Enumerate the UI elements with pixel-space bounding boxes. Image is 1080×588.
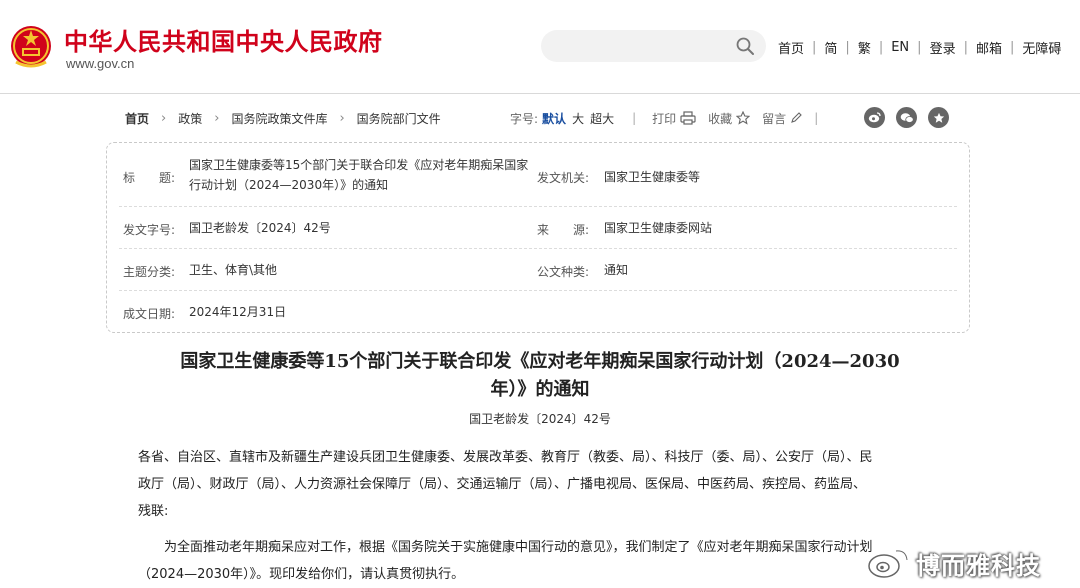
meta-date-value: 2024年12月31日 [189, 305, 287, 319]
nav-separator: | [845, 40, 850, 55]
wechat-icon [900, 112, 914, 123]
meta-date-label: 成文日期: [123, 307, 176, 321]
tools-divider: | [632, 111, 637, 125]
paragraph-line: （2024—2030年）》。现印发给你们，请认真贯彻执行。 [138, 567, 465, 582]
weibo-logo-icon [868, 549, 909, 578]
nav-login[interactable]: 登录 [930, 38, 956, 57]
meta-row-title: 标 题: 国家卫生健康委等15个部门关于联合印发《应对老年期痴呆国家 行动计划（… [119, 147, 957, 207]
meta-row-topic: 主题分类: 卫生、体育\其他 公文种类: 通知 [119, 249, 957, 291]
search-icon[interactable] [735, 36, 755, 56]
meta-doctype-value: 通知 [604, 263, 629, 277]
site-url[interactable]: www.gov.cn [66, 56, 134, 71]
print-label: 打印 [652, 111, 677, 126]
breadcrumb-department-docs[interactable]: 国务院部门文件 [357, 110, 441, 127]
search-input[interactable] [541, 30, 766, 62]
font-size-xlarge[interactable]: 超大 [590, 110, 614, 127]
meta-issuer-value: 国家卫生健康委等 [604, 170, 701, 184]
meta-docno-value: 国卫老龄发〔2024〕42号 [189, 221, 331, 235]
meta-issuer-label: 发文机关: [537, 171, 590, 185]
star-icon [933, 112, 944, 123]
meta-title-value: 国家卫生健康委等15个部门关于联合印发《应对老年期痴呆国家 行动计划（2024—… [189, 155, 539, 195]
nav-english[interactable]: EN [891, 40, 909, 55]
meta-source-value: 国家卫生健康委网站 [604, 221, 713, 235]
paragraph-line: 各省、自治区、直辖市及新疆生产建设兵团卫生健康委、发展改革委、教育厅（教委、局）… [138, 450, 873, 465]
favorite-share-button[interactable] [928, 107, 949, 128]
site-title[interactable]: 中华人民共和国中央人民政府 [64, 22, 383, 57]
watermark: 博而雅科技 [866, 545, 1041, 581]
meta-source-label: 来 源: [537, 223, 590, 237]
article-title-line: 年）》的通知 [490, 379, 590, 400]
favorite-label: 收藏 [708, 111, 733, 126]
watermark-text: 博而雅科技 [916, 551, 1041, 580]
breadcrumb-home[interactable]: 首页 [125, 110, 149, 127]
font-size-label: 字号: [510, 111, 539, 126]
meta-topic-label: 主题分类: [123, 265, 176, 279]
comment-label: 留言 [762, 111, 787, 126]
meta-title-line: 行动计划（2024—2030年）》的通知 [189, 178, 389, 192]
meta-title-line: 国家卫生健康委等15个部门关于联合印发《应对老年期痴呆国家 [189, 158, 529, 172]
document-meta-card: 标 题: 国家卫生健康委等15个部门关于联合印发《应对老年期痴呆国家 行动计划（… [106, 142, 970, 333]
tools-divider: | [814, 111, 819, 125]
nav-separator: | [878, 40, 884, 55]
meta-row-docno: 发文字号: 国卫老龄发〔2024〕42号 来 源: 国家卫生健康委网站 [119, 207, 957, 249]
nav-mailbox[interactable]: 邮箱 [976, 38, 1002, 57]
font-size-default[interactable]: 默认 [542, 110, 566, 127]
weibo-icon [868, 112, 881, 123]
article-tools: 字号: 默认 大 超大 | 打印 收藏 留言 | [510, 108, 834, 128]
paragraph-line: 政厅（局）、财政厅（局）、人力资源社会保障厅（局）、交通运输厅（局）、广播电视局… [138, 477, 867, 492]
article-paragraph: 各省、自治区、直辖市及新疆生产建设兵团卫生健康委、发展改革委、教育厅（教委、局）… [138, 444, 958, 525]
wechat-share-button[interactable] [896, 107, 917, 128]
meta-topic-value: 卫生、体育\其他 [189, 263, 278, 277]
paragraph-line: 为全面推动老年期痴呆应对工作，根据《国务院关于实施健康中国行动的意见》，我们制定… [164, 540, 873, 555]
chevron-right-icon: › [214, 110, 220, 126]
weibo-share-button[interactable] [864, 107, 885, 128]
nav-separator: | [963, 40, 968, 55]
nav-traditional[interactable]: 繁 [858, 38, 871, 57]
top-nav: 首页 | 简 | 繁 | EN | 登录 | 邮箱 | 无障碍 [778, 38, 1061, 57]
breadcrumb-policy-library[interactable]: 国务院政策文件库 [231, 110, 327, 127]
nav-simplified[interactable]: 简 [824, 38, 837, 57]
article-title: 国家卫生健康委等15个部门关于联合印发《应对老年期痴呆国家行动计划（2024—2… [125, 348, 955, 404]
favorite-button[interactable]: 收藏 [708, 110, 751, 127]
nav-separator: | [812, 40, 817, 55]
national-emblem-icon[interactable] [8, 22, 54, 72]
meta-docno-label: 发文字号: [123, 223, 176, 237]
breadcrumb: 首页 › 政策 › 国务院政策文件库 › 国务院部门文件 [125, 108, 441, 128]
meta-row-date: 成文日期: 2024年12月31日 [119, 291, 957, 331]
nav-separator: | [917, 40, 922, 55]
chevron-right-icon: › [161, 110, 167, 126]
font-size-large[interactable]: 大 [572, 110, 584, 127]
nav-accessibility[interactable]: 无障碍 [1022, 38, 1061, 57]
star-outline-icon [736, 111, 751, 125]
article-title-line: 国家卫生健康委等15个部门关于联合印发《应对老年期痴呆国家行动计划（2024—2… [180, 351, 900, 372]
comment-button[interactable]: 留言 [762, 110, 802, 127]
site-header: 中华人民共和国中央人民政府 www.gov.cn 首页 | 简 | 繁 | EN… [0, 0, 1080, 94]
meta-doctype-label: 公文种类: [537, 265, 590, 279]
article-paragraph: 为全面推动老年期痴呆应对工作，根据《国务院关于实施健康中国行动的意见》，我们制定… [138, 534, 958, 588]
print-button[interactable]: 打印 [652, 110, 696, 127]
breadcrumb-policy[interactable]: 政策 [178, 110, 202, 127]
nav-separator: | [1009, 40, 1015, 55]
chevron-right-icon: › [339, 110, 345, 126]
paragraph-line: 残联: [138, 504, 169, 519]
pencil-icon [791, 112, 802, 123]
article-doc-number: 国卫老龄发〔2024〕42号 [469, 412, 611, 426]
nav-home[interactable]: 首页 [778, 38, 804, 57]
meta-title-label: 标 题: [123, 171, 176, 185]
printer-icon [680, 111, 696, 125]
